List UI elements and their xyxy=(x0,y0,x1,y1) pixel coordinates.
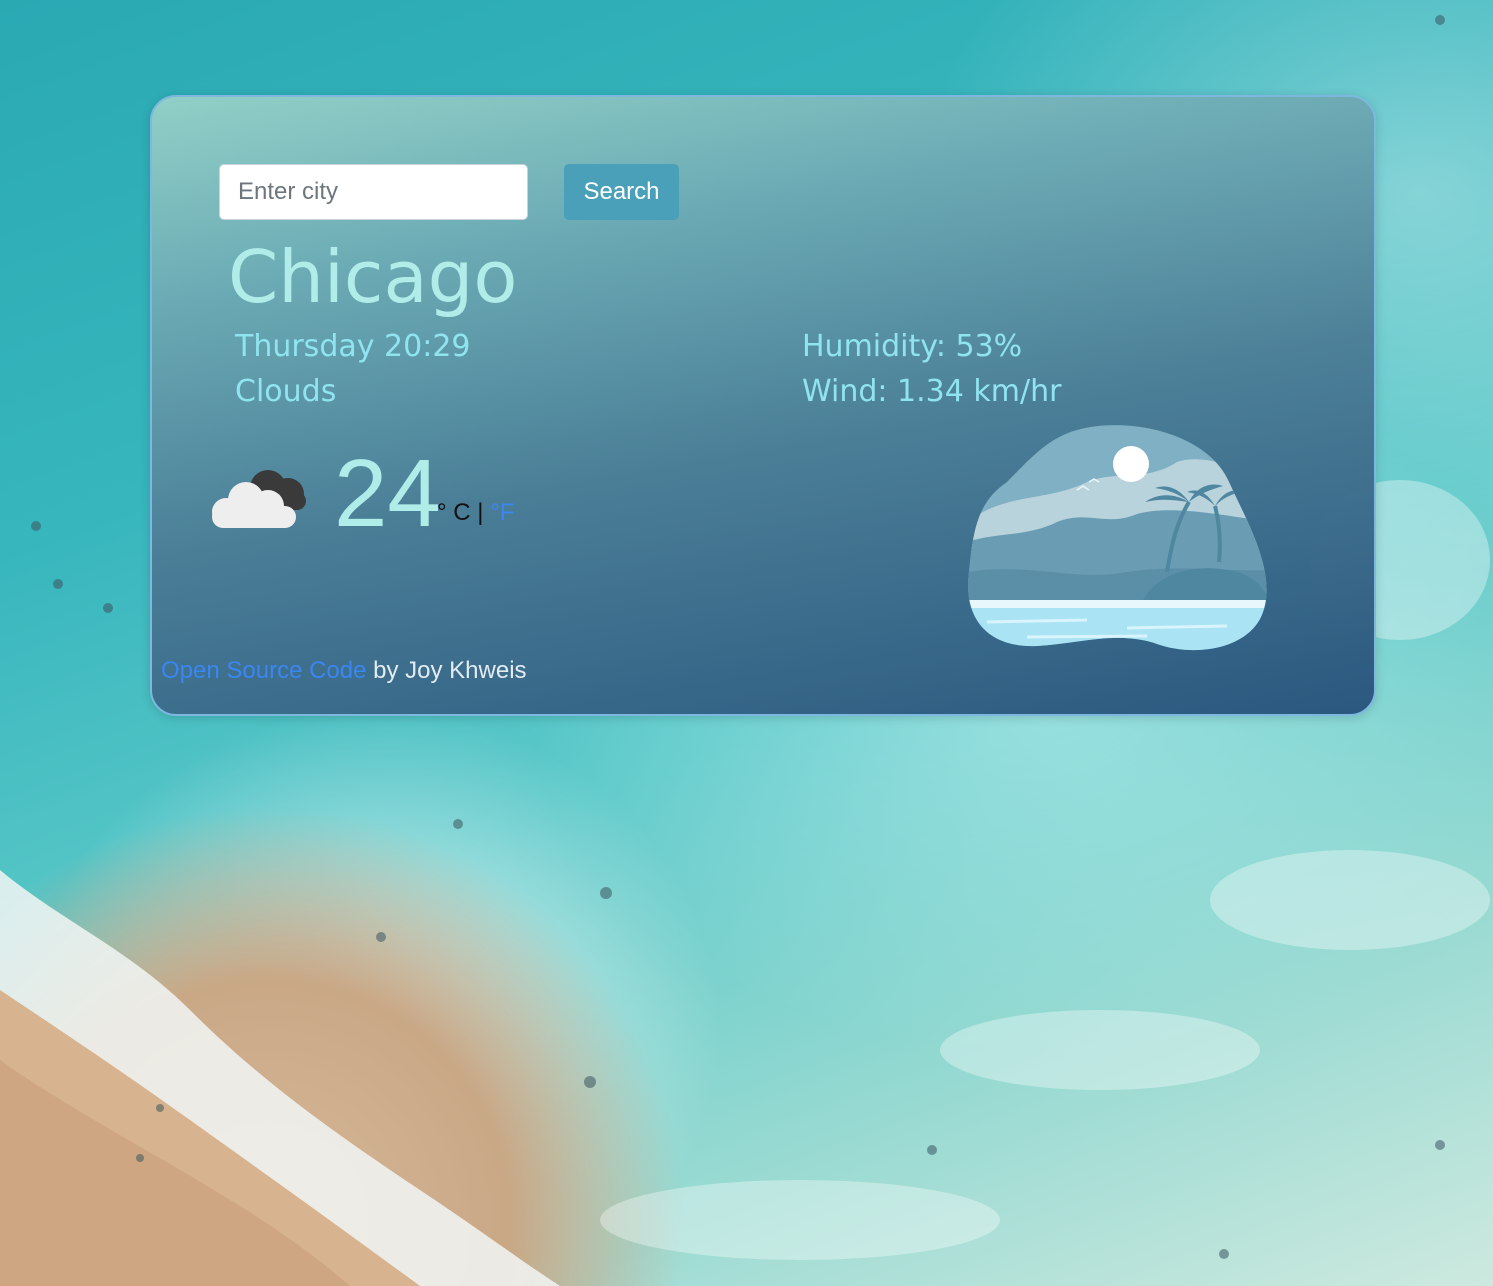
footer-credit: Open Source Code by Joy Khweis xyxy=(161,657,527,685)
weather-card: Search Chicago Thursday 20:29 Clouds Hum… xyxy=(150,95,1376,716)
city-search-input[interactable] xyxy=(219,164,528,220)
unit-fahrenheit-link[interactable]: °F xyxy=(490,499,514,526)
unit-separator: | xyxy=(477,499,484,526)
date-time: Thursday 20:29 xyxy=(235,329,471,364)
search-button[interactable]: Search xyxy=(564,164,679,220)
cloud-icon xyxy=(212,470,306,528)
temperature-value: 24 xyxy=(334,440,441,547)
temperature-units: ° C | °F xyxy=(437,499,514,527)
city-name: Chicago xyxy=(228,235,518,319)
weather-description: Clouds xyxy=(235,374,337,409)
unit-celsius[interactable]: ° C xyxy=(437,499,471,526)
author-text: by Joy Khweis xyxy=(366,657,527,684)
wind-value: Wind: 1.34 km/hr xyxy=(802,374,1062,409)
page-background: { "search": { "placeholder": "Enter city… xyxy=(0,0,1493,1286)
open-source-code-link[interactable]: Open Source Code xyxy=(161,657,366,684)
humidity-value: Humidity: 53% xyxy=(802,329,1023,364)
island-illustration xyxy=(968,425,1267,651)
